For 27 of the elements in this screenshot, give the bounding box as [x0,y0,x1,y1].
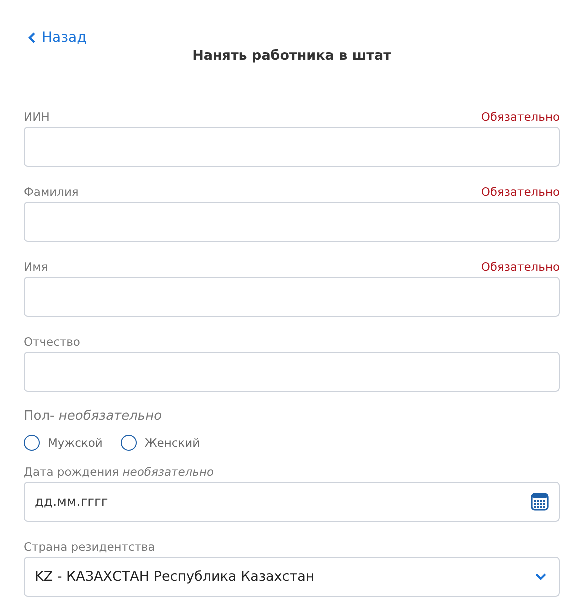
required-note: Обязательно [481,260,560,274]
page-title: Нанять работника в штат [192,48,392,64]
field-label: Отчество [24,335,80,349]
gender-label: Пол- необязательно [24,409,162,424]
field-label: Фамилия [24,185,79,199]
radio-label: Мужской [48,436,103,450]
required-note: Обязательно [481,185,560,199]
required-note: Обязательно [481,110,560,124]
date-field[interactable]: дд.мм.гггг [24,482,560,522]
radio-circle-icon[interactable] [24,435,40,451]
text-field[interactable] [24,127,560,167]
radio-option[interactable]: Женский [120,435,200,451]
field-label: ИИН [24,110,50,124]
calendar-icon[interactable] [531,493,549,511]
country-select[interactable]: KZ - КАЗАХСТАН Республика Казахстан [24,557,560,597]
chevron-left-icon [28,32,36,44]
field-label: Страна резидентства [24,540,156,554]
text-field[interactable] [24,352,560,392]
field-label: Имя [24,260,48,274]
radio-circle-icon[interactable] [120,435,137,451]
radio-option[interactable]: Мужской [24,435,103,451]
text-field[interactable] [24,202,560,242]
field-label: Дата рождения необязательно [24,465,214,479]
text-field[interactable] [24,277,560,317]
chevron-down-icon [535,573,547,581]
radio-label: Женский [144,436,200,450]
back-link[interactable]: Назад [28,30,87,46]
